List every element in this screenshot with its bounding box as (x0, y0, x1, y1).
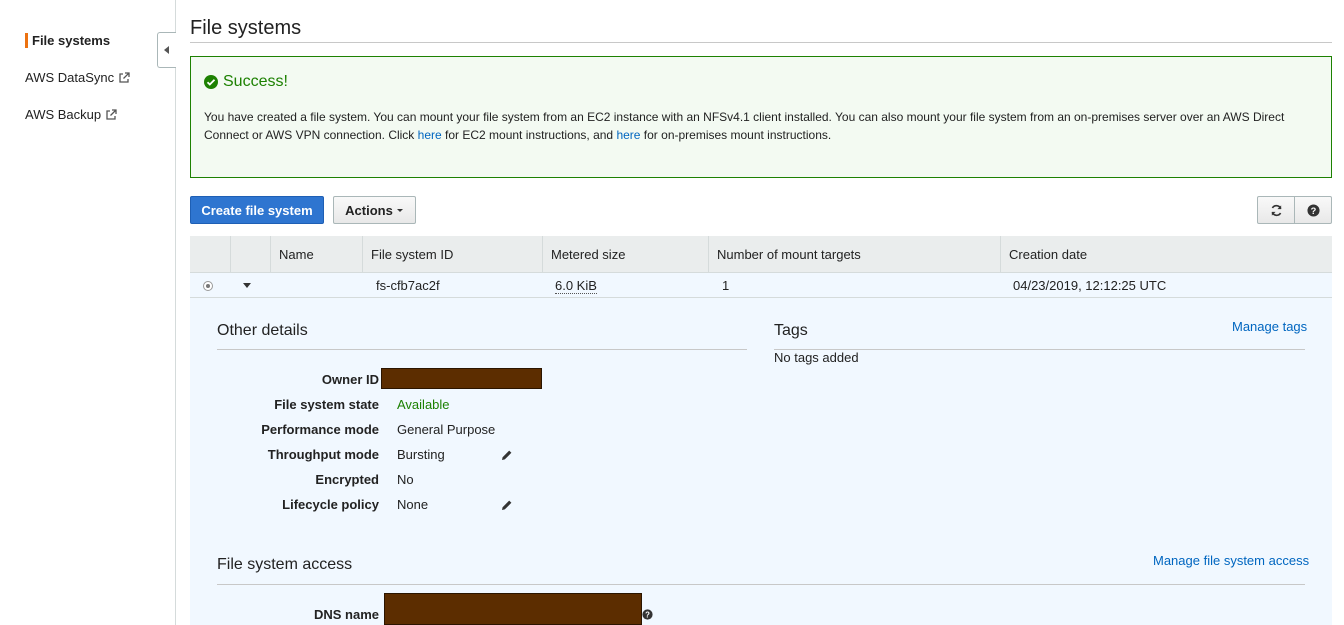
column-header-file-system-id[interactable]: File system ID (362, 236, 542, 273)
alert-header: Success! (204, 73, 288, 91)
encrypted-value: No (397, 472, 414, 487)
cell-mount-targets: 1 (722, 278, 730, 293)
column-header-mount-targets[interactable]: Number of mount targets (708, 236, 1000, 273)
tags-title: Tags (774, 322, 808, 339)
page-title: File systems (190, 17, 302, 39)
edit-lifecycle-pencil-icon[interactable] (501, 499, 513, 511)
svg-text:?: ? (1310, 205, 1316, 215)
metered-size-value: 6.0 KiB (555, 277, 597, 294)
edit-throughput-pencil-icon[interactable] (501, 449, 513, 461)
file-system-access-title: File system access (217, 556, 353, 573)
cell-file-system-id: fs-cfb7ac2f (376, 278, 440, 293)
row-expand-toggle[interactable] (243, 273, 251, 298)
alert-title: Success! (223, 73, 288, 90)
actions-label: Actions (345, 202, 393, 218)
encrypted-label: Encrypted (315, 472, 379, 487)
table-row[interactable]: fs-cfb7ac2f 6.0 KiB 1 04/23/2019, 12:12:… (190, 273, 1332, 298)
success-alert: Success! You have created a file system.… (190, 56, 1332, 178)
access-divider (217, 584, 1305, 585)
lifecycle-policy-label: Lifecycle policy (282, 497, 379, 512)
utility-buttons: ? (1257, 196, 1332, 224)
sidebar-item-aws-backup[interactable]: AWS Backup (25, 107, 117, 122)
expand-column-header (230, 236, 270, 273)
performance-mode-label: Performance mode (261, 422, 379, 437)
sidebar-item-label: AWS DataSync (25, 70, 115, 85)
owner-id-redacted (381, 368, 542, 389)
throughput-mode-value: Bursting (397, 447, 445, 462)
alert-text: for EC2 mount instructions, and (441, 128, 617, 142)
onprem-instructions-link[interactable]: here (616, 128, 640, 142)
svg-text:?: ? (645, 610, 650, 619)
radio-icon (203, 280, 213, 291)
caret-left-icon (164, 46, 169, 54)
throughput-mode-label: Throughput mode (267, 447, 379, 462)
column-header-creation-date[interactable]: Creation date (1000, 236, 1332, 273)
alert-message: You have created a file system. You can … (204, 108, 1316, 144)
external-link-icon (106, 108, 117, 120)
performance-mode-value: General Purpose (397, 422, 496, 437)
file-system-state-value: Available (397, 397, 450, 412)
manage-tags-link[interactable]: Manage tags (1232, 319, 1307, 334)
file-system-state-label: File system state (274, 397, 379, 412)
details-panel: Other details Owner ID File system state… (190, 298, 1332, 625)
check-circle-icon (204, 75, 218, 89)
row-select-radio[interactable] (203, 273, 213, 298)
refresh-icon (1271, 204, 1281, 216)
cell-metered-size[interactable]: 6.0 KiB (555, 273, 597, 298)
ec2-instructions-link[interactable]: here (418, 128, 442, 142)
dns-help-icon[interactable]: ? (642, 609, 653, 620)
caret-down-icon (396, 208, 403, 212)
create-file-system-label: Create file system (201, 202, 313, 218)
sidebar-item-label: AWS Backup (25, 107, 102, 122)
alert-text: for on-premises mount instructions. (640, 128, 832, 142)
refresh-button[interactable] (1258, 197, 1294, 223)
manage-file-system-access-link[interactable]: Manage file system access (1153, 553, 1309, 568)
create-file-system-button[interactable]: Create file system (190, 196, 324, 224)
other-details-title: Other details (217, 322, 308, 339)
cell-creation-date: 04/23/2019, 12:12:25 UTC (1013, 278, 1167, 293)
dns-name-redacted (384, 593, 642, 625)
sidebar: File systems AWS DataSync AWS Backup (0, 0, 176, 625)
column-header-metered-size[interactable]: Metered size (542, 236, 708, 273)
no-tags-text: No tags added (774, 350, 859, 365)
caret-down-icon (243, 283, 251, 288)
external-link-icon (119, 71, 130, 83)
other-details-divider (217, 349, 747, 350)
lifecycle-policy-value: None (397, 497, 429, 512)
owner-id-label: Owner ID (321, 372, 379, 387)
help-icon: ? (1306, 203, 1320, 217)
dns-name-label: DNS name (313, 607, 379, 622)
sidebar-item-file-systems[interactable]: File systems (25, 33, 110, 48)
actions-dropdown-button[interactable]: Actions (333, 196, 416, 224)
column-header-name[interactable]: Name (270, 236, 362, 273)
help-button[interactable]: ? (1294, 197, 1331, 223)
title-divider (190, 42, 1332, 43)
table-header: Name File system ID Metered size Number … (190, 236, 1332, 273)
sidebar-item-label: File systems (32, 33, 111, 48)
sidebar-collapse-button[interactable] (157, 32, 176, 68)
select-column-header (190, 236, 230, 273)
sidebar-item-aws-datasync[interactable]: AWS DataSync (25, 70, 130, 85)
